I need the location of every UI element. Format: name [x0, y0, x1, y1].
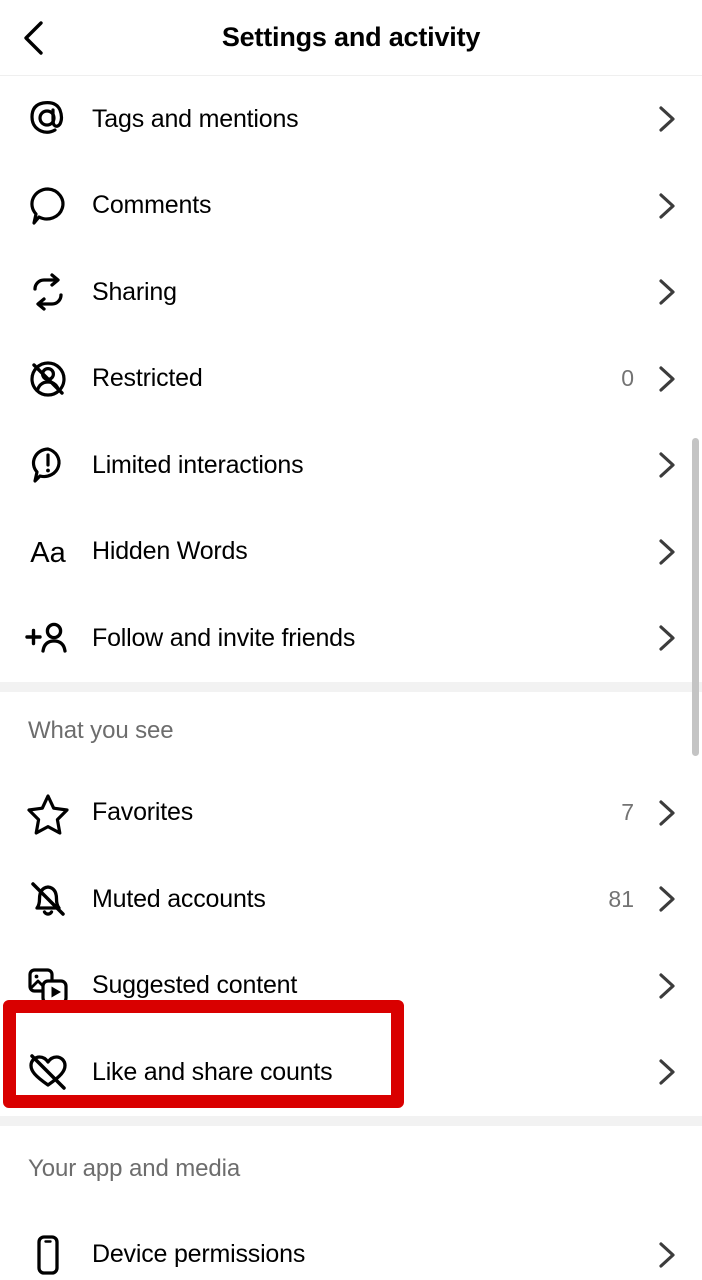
repeat-share-icon — [22, 266, 74, 318]
chevron-right-icon — [654, 539, 680, 565]
comment-bubble-icon — [22, 180, 74, 232]
list-item-favorites[interactable]: Favorites 7 — [0, 769, 702, 856]
list-item-suggested-content[interactable]: Suggested content — [0, 942, 702, 1029]
chevron-right-icon — [654, 973, 680, 999]
add-person-icon — [22, 612, 74, 664]
muted-bell-icon — [22, 873, 74, 925]
list-item-label: Muted accounts — [92, 884, 266, 913]
list-item-label: Like and share counts — [92, 1057, 333, 1086]
section-divider — [0, 681, 702, 692]
list-item-label: Sharing — [92, 277, 177, 306]
list-item-label: Suggested content — [92, 971, 298, 1000]
chevron-right-icon — [654, 1242, 680, 1268]
settings-screen: Settings and activity Tags and mentions — [0, 0, 702, 1280]
chevron-right-icon — [654, 1059, 680, 1085]
list-item-label: Follow and invite friends — [92, 623, 356, 652]
list-item-limited-interactions[interactable]: Limited interactions — [0, 422, 702, 509]
alert-bubble-icon — [22, 439, 74, 491]
list-item-device-permissions[interactable]: Device permissions — [0, 1211, 702, 1280]
list-item-tags-and-mentions[interactable]: Tags and mentions — [0, 76, 702, 163]
list-item-label: Favorites — [92, 798, 194, 827]
chevron-right-icon — [654, 106, 680, 132]
list-item-muted-accounts[interactable]: Muted accounts 81 — [0, 856, 702, 943]
chevron-right-icon — [654, 886, 680, 912]
section-header-your-app-and-media: Your app and media — [28, 1154, 241, 1182]
list-item-value: 81 — [608, 885, 634, 912]
vertical-scrollbar[interactable] — [692, 438, 699, 756]
chevron-right-icon — [654, 800, 680, 826]
restricted-person-icon — [22, 353, 74, 405]
list-item-label: Hidden Words — [92, 537, 248, 566]
phone-icon — [22, 1229, 74, 1280]
text-aa-icon: Aa — [22, 526, 74, 578]
settings-list: Tags and mentions Comments Sharing Restr… — [0, 76, 702, 1280]
list-item-label: Restricted — [92, 364, 203, 393]
chevron-right-icon — [654, 279, 680, 305]
suggested-content-icon — [22, 960, 74, 1012]
list-item-label: Comments — [92, 191, 212, 220]
chevron-right-icon — [654, 193, 680, 219]
at-sign-icon — [22, 93, 74, 145]
list-item-label: Limited interactions — [92, 450, 304, 479]
page-title: Settings and activity — [221, 22, 481, 52]
list-item-follow-and-invite-friends[interactable]: Follow and invite friends — [0, 595, 702, 682]
star-icon — [22, 787, 74, 839]
list-item-restricted[interactable]: Restricted 0 — [0, 335, 702, 422]
section-header-what-you-see: What you see — [28, 716, 174, 744]
chevron-right-icon — [654, 625, 680, 651]
section-divider — [0, 1115, 702, 1126]
chevron-right-icon — [654, 452, 680, 478]
list-item-label: Device permissions — [92, 1240, 306, 1269]
chevron-right-icon — [654, 366, 680, 392]
list-item-hidden-words[interactable]: Aa Hidden Words — [0, 508, 702, 595]
app-header: Settings and activity — [0, 0, 702, 76]
list-item-like-and-share-counts[interactable]: Like and share counts — [0, 1029, 702, 1116]
chevron-left-icon — [24, 20, 43, 55]
svg-text:Aa: Aa — [30, 537, 66, 569]
list-item-label: Tags and mentions — [92, 104, 299, 133]
list-item-value: 0 — [621, 365, 634, 392]
heart-slash-icon — [22, 1046, 74, 1098]
list-item-sharing[interactable]: Sharing — [0, 249, 702, 336]
list-item-comments[interactable]: Comments — [0, 162, 702, 249]
list-item-value: 7 — [621, 799, 634, 826]
back-button[interactable] — [8, 12, 60, 64]
